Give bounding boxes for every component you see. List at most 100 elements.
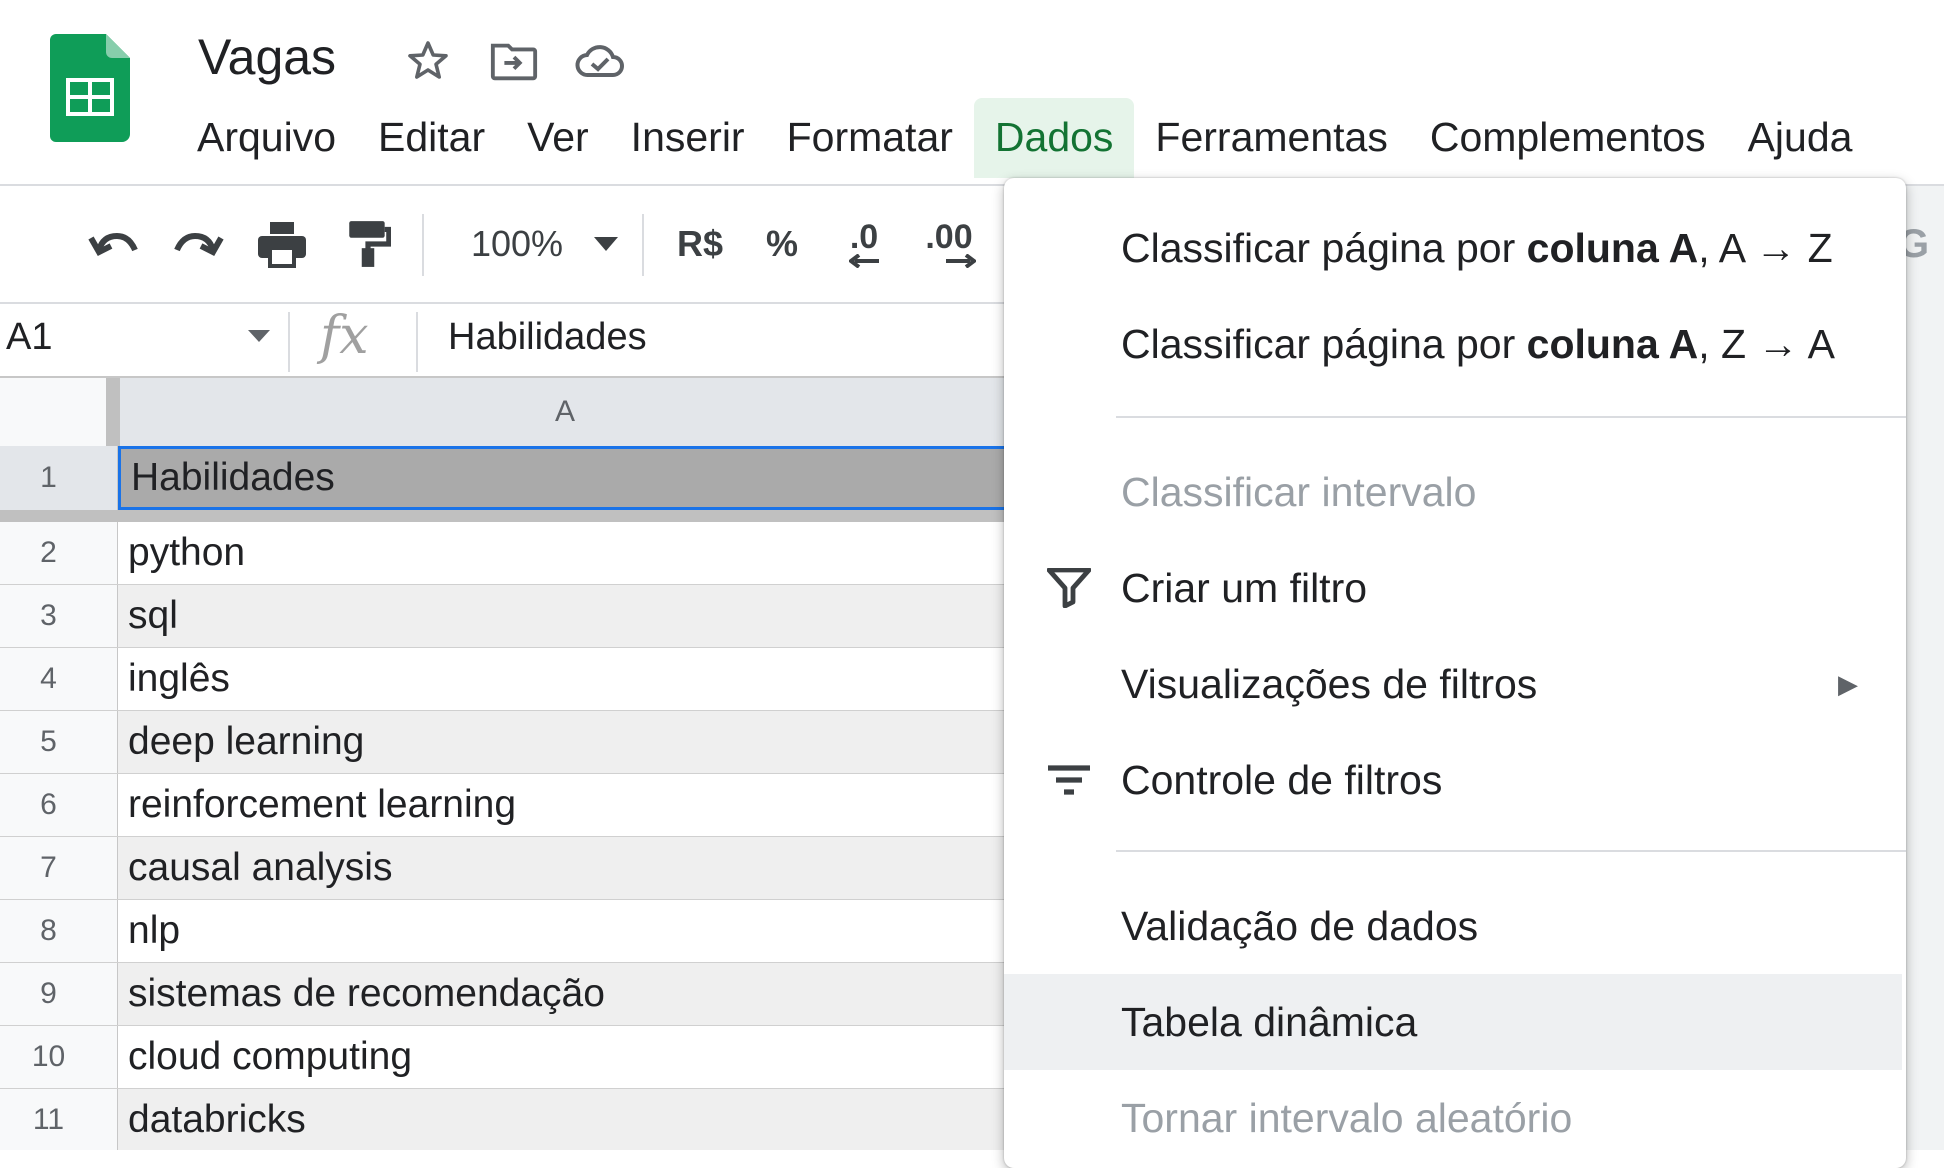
menu-item-sort-range: Classificar intervalo [1004,444,1906,540]
row-number[interactable]: 6 [0,774,118,836]
app-header: Vagas Arquivo Editar Ver Inserir Formata… [0,0,1944,184]
name-box[interactable]: A1 [6,316,52,359]
document-title[interactable]: Vagas [198,28,336,86]
title-icons [402,36,626,86]
row-number[interactable]: 7 [0,837,118,899]
menu-separator [1116,416,1906,418]
paint-format-icon[interactable] [336,212,400,276]
percent-format-button[interactable]: % [762,212,802,276]
spreadsheet-grid: A 1 Habilidades 2 python 3 sql 4 inglês … [0,378,1010,1150]
menu-arquivo[interactable]: Arquivo [176,98,357,178]
arrow-right-icon [946,254,976,268]
table-row: 11 databricks [0,1089,1010,1150]
table-row: 7 causal analysis [0,837,1010,900]
print-icon[interactable] [250,212,314,276]
slicer-icon [1044,755,1094,805]
row-number[interactable]: 3 [0,585,118,647]
cell-a11[interactable]: databricks [118,1089,1010,1150]
menu-ver[interactable]: Ver [506,98,610,178]
table-row: 3 sql [0,585,1010,648]
table-row: 4 inglês [0,648,1010,711]
menu-item-label: Tornar intervalo aleatório [1121,1094,1573,1141]
menu-bar: Arquivo Editar Ver Inserir Formatar Dado… [176,98,1873,178]
table-row: 2 python [0,522,1010,585]
name-box-caret-icon[interactable] [248,330,270,342]
move-to-folder-icon[interactable] [488,35,540,87]
toolbar-separator [642,214,644,276]
table-row: 1 Habilidades [0,446,1010,522]
zoom-caret-icon[interactable] [588,212,624,276]
menu-editar[interactable]: Editar [357,98,506,178]
menu-item-pivot-table[interactable]: Tabela dinâmica [1004,974,1902,1070]
cell-a7[interactable]: causal analysis [118,837,1010,899]
menu-item-label: Classificar página por coluna A, A → Z [1121,224,1833,271]
currency-format-button[interactable]: R$ [670,212,730,276]
menu-item-data-validation[interactable]: Validação de dados [1004,878,1906,974]
fx-icon: fx [320,306,369,366]
submenu-arrow-icon: ▶ [1838,668,1858,699]
menu-item-label: Classificar página por coluna A, Z → A [1121,320,1835,367]
cell-a4[interactable]: inglês [118,648,1010,710]
redo-icon[interactable] [166,212,230,276]
menu-item-filter-views[interactable]: Visualizações de filtros ▶ [1004,636,1906,732]
cell-a6[interactable]: reinforcement learning [118,774,1010,836]
star-icon[interactable] [402,35,454,87]
menu-item-label: Tabela dinâmica [1121,998,1418,1045]
menu-item-label: Classificar intervalo [1121,468,1477,515]
row-number[interactable]: 8 [0,900,118,962]
menu-separator [1116,850,1906,852]
cell-a5[interactable]: deep learning [118,711,1010,773]
menu-item-label: Controle de filtros [1121,756,1443,803]
arrow-left-icon [849,254,879,268]
formula-bar-separator [288,312,290,372]
cloud-saved-icon[interactable] [574,35,626,87]
cell-a9[interactable]: sistemas de recomendação [118,963,1010,1025]
menu-item-sort-sheet-za[interactable]: Classificar página por coluna A, Z → A [1004,296,1906,392]
menu-item-create-filter[interactable]: Criar um filtro [1004,540,1906,636]
cell-a2[interactable]: python [118,522,1010,584]
cell-a3[interactable]: sql [118,585,1010,647]
column-header-a[interactable]: A [120,378,1010,447]
menu-dados[interactable]: Dados [973,98,1135,178]
increase-decimals-button[interactable]: .00 [914,212,984,276]
decrease-decimals-button[interactable]: .0 [834,212,894,276]
dados-dropdown-menu: Classificar página por coluna A, A → Z C… [1004,178,1906,1168]
decrease-decimals-label: .0 [849,218,879,256]
row-number[interactable]: 9 [0,963,118,1025]
menu-item-label: Criar um filtro [1121,564,1368,611]
table-row: 10 cloud computing [0,1026,1010,1089]
cell-a1[interactable]: Habilidades [118,446,1010,510]
menu-item-filter-controls[interactable]: Controle de filtros [1004,732,1906,828]
row-number[interactable]: 11 [0,1089,118,1150]
menu-item-randomize-range: Tornar intervalo aleatório [1004,1070,1906,1166]
menu-ferramentas[interactable]: Ferramentas [1134,98,1408,178]
cell-a10[interactable]: cloud computing [118,1026,1010,1088]
hidden-area-behind-menu [1900,186,1944,1150]
menu-ajuda[interactable]: Ajuda [1727,98,1874,178]
formula-bar-separator [416,312,418,372]
menu-formatar[interactable]: Formatar [766,98,974,178]
select-all-corner[interactable] [0,378,120,446]
menu-item-sort-sheet-az[interactable]: Classificar página por coluna A, A → Z [1004,200,1906,296]
undo-icon[interactable] [82,212,146,276]
row-number[interactable]: 4 [0,648,118,710]
row-number[interactable]: 1 [0,446,118,510]
increase-decimals-label: .00 [925,218,973,256]
table-row: 5 deep learning [0,711,1010,774]
table-row: 6 reinforcement learning [0,774,1010,837]
row-number[interactable]: 5 [0,711,118,773]
row-number[interactable]: 2 [0,522,118,584]
row-number[interactable]: 10 [0,1026,118,1088]
table-row: 9 sistemas de recomendação [0,963,1010,1026]
menu-item-label: Visualizações de filtros [1121,660,1538,707]
filter-icon [1044,563,1094,613]
menu-inserir[interactable]: Inserir [610,98,766,178]
table-row: 8 nlp [0,900,1010,963]
zoom-select[interactable]: 100% [462,212,572,276]
menu-item-label: Validação de dados [1121,902,1479,949]
cell-a8[interactable]: nlp [118,900,1010,962]
google-sheets-logo-icon[interactable] [50,34,130,142]
formula-input[interactable]: Habilidades [448,316,647,359]
menu-complementos[interactable]: Complementos [1409,98,1727,178]
toolbar-separator [422,214,424,276]
